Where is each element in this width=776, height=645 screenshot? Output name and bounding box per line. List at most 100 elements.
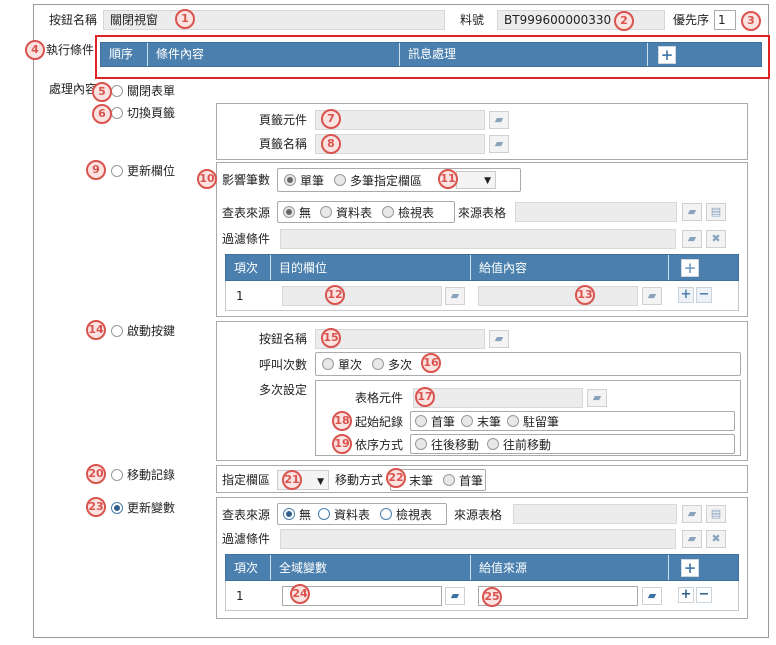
var-source-none-option[interactable]: 無 [283,504,311,524]
start-first-option[interactable]: 首筆 [415,412,455,430]
start-stay-radio[interactable] [507,415,519,427]
start-stay-option[interactable]: 駐留筆 [507,412,559,430]
affected-single-option[interactable]: 單筆 [284,169,324,191]
start-last-radio[interactable] [461,415,473,427]
folder-open-icon[interactable]: ▰ [489,135,509,153]
order-backward-label: 往前移動 [503,437,552,452]
callout-badge-12: 12 [325,285,345,305]
add-row-button[interactable]: + [681,259,699,277]
folder-open-icon[interactable]: ▰ [642,587,662,605]
option-move-record[interactable]: 移動記錄 [111,466,175,483]
trash-icon[interactable]: ▤ [706,505,726,523]
source-none-option[interactable]: 無 [283,202,311,222]
zone-select[interactable]: ▼ [456,171,496,189]
order-backward-option[interactable]: 往前移動 [487,435,551,453]
order-method-group: 往後移動 往前移動 [410,434,735,454]
folder-open-icon[interactable]: ▰ [489,330,509,348]
var-filter-field[interactable] [280,529,676,549]
plus-icon[interactable]: + [678,587,694,603]
order-forward-radio[interactable] [415,438,427,450]
add-variable-row-button[interactable]: + [681,559,699,577]
option-close-form[interactable]: 關閉表單 [111,82,175,99]
value-source-input[interactable] [478,586,638,606]
start-first-radio[interactable] [415,415,427,427]
callout-badge-14: 14 [86,320,106,340]
move-record-label: 移動記錄 [127,468,176,482]
col-value: 給值內容 [470,255,668,280]
move-first-radio[interactable] [443,474,455,486]
call-multiple-radio[interactable] [372,358,384,370]
single-radio[interactable] [284,174,296,186]
folder-open-icon[interactable]: ▰ [682,530,702,548]
close-form-radio[interactable] [111,84,123,97]
affected-count-group: 單筆 多筆指定欄區 ▼ [277,168,521,192]
var-source-table-radio[interactable] [318,508,330,520]
var-source-table-option[interactable]: 資料表 [318,504,370,524]
var-source-none-radio[interactable] [283,508,295,520]
update-variable-radio[interactable] [111,501,123,514]
call-once-option[interactable]: 單次 [322,353,362,375]
col-item: 項次 [234,261,259,275]
callout-badge-25: 25 [482,587,502,607]
folder-open-icon[interactable]: ▰ [642,287,662,305]
move-last-option[interactable]: 末筆 [409,470,433,490]
call-once-radio[interactable] [322,358,334,370]
source-none-radio[interactable] [283,206,295,218]
grid-element-field[interactable] [413,388,583,408]
priority-field[interactable]: 1 [714,10,736,30]
move-first-option[interactable]: 首筆 [443,470,483,490]
filter-field[interactable] [280,229,676,249]
button-name-field[interactable]: 關閉視窗 [103,10,445,30]
col-actions: + [647,43,763,66]
plus-icon[interactable]: + [678,287,694,303]
start-last-option[interactable]: 末筆 [461,412,501,430]
folder-open-icon[interactable]: ▰ [682,230,702,248]
delete-icon[interactable]: ✖ [706,530,726,548]
source-table-option[interactable]: 資料表 [320,202,372,222]
folder-open-icon[interactable]: ▰ [489,111,509,129]
source-table-radio[interactable] [320,206,332,218]
add-condition-button[interactable]: + [658,46,676,64]
option-update-variable[interactable]: 更新變數 [111,499,175,516]
option-update-field[interactable]: 更新欄位 [111,162,175,179]
update-field-radio[interactable] [111,164,123,177]
folder-open-icon[interactable]: ▰ [682,505,702,523]
folder-open-icon[interactable]: ▰ [445,287,465,305]
source-view-option[interactable]: 檢視表 [382,202,434,222]
source-view-radio[interactable] [382,206,394,218]
minus-icon[interactable]: − [696,587,712,603]
call-multiple-option[interactable]: 多次 [372,353,412,375]
multi-radio[interactable] [334,174,346,186]
var-source-view-option[interactable]: 檢視表 [380,504,432,524]
folder-open-icon[interactable]: ▰ [587,389,607,407]
var-source-table-field[interactable] [513,504,677,524]
delete-icon[interactable]: ✖ [706,230,726,248]
part-no-field[interactable]: BT999600000330 [497,10,665,30]
processing-label: 處理內容 [49,82,98,96]
callout-badge-11: 11 [438,169,458,189]
callout-badge-17: 17 [415,387,435,407]
option-switch-tab[interactable]: 切換頁籤 [111,104,175,121]
var-source-view-radio[interactable] [380,508,392,520]
option-trigger-button[interactable]: 啟動按鍵 [111,322,175,339]
callout-badge-10: 10 [197,169,217,189]
call-once-label: 單次 [338,357,363,372]
callout-badge-2: 2 [614,11,634,31]
move-record-radio[interactable] [111,468,123,481]
value-content-input[interactable] [478,286,638,306]
target-field-input[interactable] [282,286,442,306]
col-actions: + [668,255,740,280]
col-order: 順序 [109,47,134,61]
folder-open-icon[interactable]: ▰ [682,203,702,221]
trash-icon[interactable]: ▤ [706,203,726,221]
trigger-button-radio[interactable] [111,324,123,337]
folder-open-icon[interactable]: ▰ [445,587,465,605]
order-backward-radio[interactable] [487,438,499,450]
callout-badge-6: 6 [92,104,112,124]
order-forward-option[interactable]: 往後移動 [415,435,479,453]
callout-badge-24: 24 [290,584,310,604]
source-table-field[interactable] [515,202,677,222]
minus-icon[interactable]: − [696,287,712,303]
switch-tab-radio[interactable] [111,106,123,119]
affected-multi-option[interactable]: 多筆指定欄區 [334,169,422,191]
